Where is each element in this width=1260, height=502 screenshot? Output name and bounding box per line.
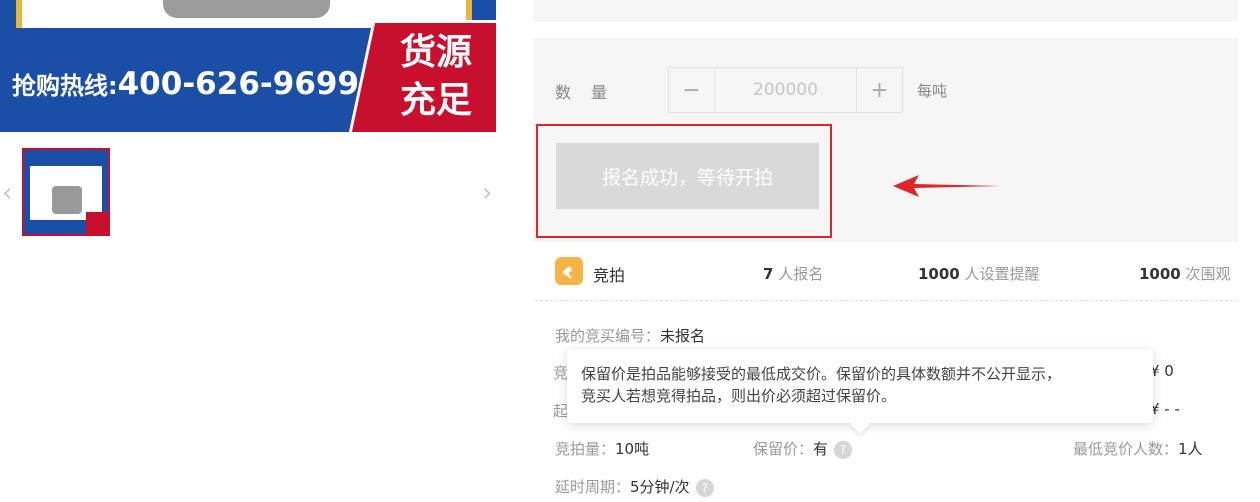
signups-stat: 7 人报名 <box>763 263 823 284</box>
decrement-button[interactable]: − <box>669 68 715 112</box>
auction-label: 竞拍 <box>593 266 626 285</box>
auction-stats-row <box>533 252 1238 296</box>
hotline-number: 400-626-9699 <box>117 66 360 102</box>
partial-label-1: 竞 <box>553 364 569 382</box>
hotline-prefix: 抢购热线: <box>12 72 118 100</box>
promo-line-1: 货源 <box>399 31 472 73</box>
reserve-label: 保留价： <box>753 440 814 458</box>
delay-value: 5分钟/次 <box>630 478 690 496</box>
gavel-icon <box>555 257 583 285</box>
thumbnail-promo-tag <box>86 212 108 234</box>
signups-count: 7 <box>763 265 774 283</box>
delay-help-icon[interactable]: ? <box>695 478 714 497</box>
hotline-text: 抢购热线:400-626-9699 <box>12 66 359 102</box>
product-gallery: 抢购热线:400-626-9699 货源 充足 ‹ › <box>0 0 520 502</box>
partial-label-2: 起 <box>553 402 569 420</box>
increment-button[interactable]: + <box>856 68 902 112</box>
quantity-stepper[interactable]: − 200000 + <box>668 67 903 113</box>
reminders-stat: 1000 人设置提醒 <box>918 263 1040 284</box>
views-count: 1000 <box>1139 265 1181 283</box>
divider <box>535 300 1238 301</box>
auction-quantity-value: 10吨 <box>615 440 650 458</box>
promo-line-2: 充足 <box>399 79 472 121</box>
tooltip-line-2: 竞买人若想竞得拍品，则出价必须超过保留价。 <box>581 387 897 405</box>
reminders-text: 人设置提醒 <box>964 265 1040 283</box>
auction-quantity-label: 竞拍量： <box>555 440 616 458</box>
thumbnail-stone <box>52 186 82 214</box>
reserve-value: 有 <box>813 440 829 458</box>
bid-number-value: 未报名 <box>660 327 706 345</box>
red-arrow-icon <box>893 175 1001 197</box>
bid-number-row: 我的竞买编号：未报名 <box>555 325 705 346</box>
price-card <box>533 0 1238 22</box>
delay-row: 延时周期：5分钟/次? <box>555 476 714 497</box>
views-text: 次围观 <box>1185 265 1231 283</box>
reserve-row: 保留价：有? <box>753 438 853 459</box>
signup-status-button[interactable]: 报名成功，等待开拍 <box>556 143 819 209</box>
gallery-thumbnail[interactable] <box>22 148 110 236</box>
reminders-count: 1000 <box>918 265 960 283</box>
min-bidders-label: 最低竞价人数： <box>1073 440 1179 458</box>
gallery-prev-arrow-icon[interactable]: ‹ <box>2 178 12 208</box>
product-stone-image <box>163 0 330 18</box>
reserve-help-icon[interactable]: ? <box>834 440 853 459</box>
min-bidders-value: 1人 <box>1178 440 1203 458</box>
quantity-unit: 每吨 <box>917 82 948 100</box>
bid-number-label: 我的竞买编号： <box>555 327 661 345</box>
start-price-value: ¥ - - <box>1150 400 1180 418</box>
views-stat: 1000 次围观 <box>1139 263 1231 284</box>
quantity-row: 竞拍量：10吨 <box>555 438 649 459</box>
gallery-next-arrow-icon[interactable]: › <box>482 178 492 208</box>
signups-text: 人报名 <box>778 265 824 283</box>
tooltip-line-1: 保留价是拍品能够接受的最低成交价。保留价的具体数额并不公开显示， <box>581 365 1062 383</box>
promo-text: 货源 充足 <box>386 28 486 124</box>
quantity-input[interactable]: 200000 <box>715 68 856 112</box>
product-main-image: 抢购热线:400-626-9699 货源 充足 <box>0 0 496 132</box>
min-bidders-row: 最低竞价人数：1人 <box>1073 438 1203 459</box>
current-price-value: ¥ 0 <box>1150 362 1174 380</box>
delay-label: 延时周期： <box>555 478 631 496</box>
quantity-label: 数量 <box>555 83 628 102</box>
reserve-price-tooltip: 保留价是拍品能够接受的最低成交价。保留价的具体数额并不公开显示， 竞买人若想竞得… <box>567 349 1153 423</box>
